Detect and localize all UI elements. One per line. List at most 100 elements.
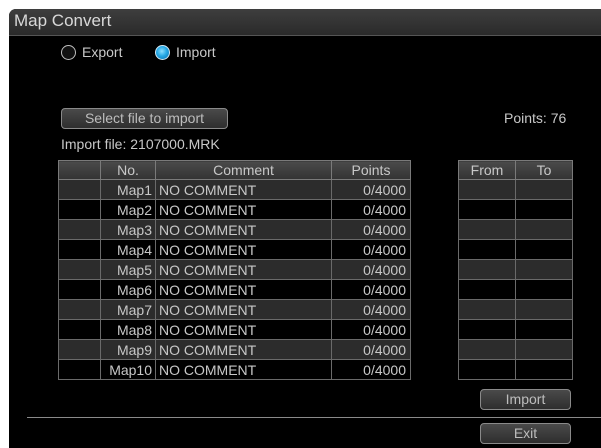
select-cell	[58, 199, 101, 220]
export-radio-label: Export	[82, 44, 123, 60]
col-header-from: From	[458, 160, 516, 180]
comment-cell: NO COMMENT	[155, 339, 332, 360]
from-cell[interactable]	[458, 299, 516, 320]
import-radio-indicator	[155, 44, 170, 60]
map-table-header: No. Comment Points	[58, 160, 411, 180]
select-cell	[58, 259, 101, 280]
map-no-cell: Map1	[100, 179, 156, 200]
table-row[interactable]: Map7 NO COMMENT 0/4000	[58, 299, 411, 320]
points-cell: 0/4000	[331, 299, 411, 320]
comment-cell: NO COMMENT	[155, 199, 332, 220]
range-table: From To	[458, 160, 573, 380]
to-cell[interactable]	[515, 259, 573, 280]
table-row[interactable]	[458, 199, 573, 220]
comment-cell: NO COMMENT	[155, 319, 332, 340]
table-row[interactable]: Map6 NO COMMENT 0/4000	[58, 279, 411, 300]
from-cell[interactable]	[458, 359, 516, 380]
points-cell: 0/4000	[331, 339, 411, 360]
comment-cell: NO COMMENT	[155, 179, 332, 200]
table-row[interactable]	[458, 359, 573, 380]
map-no-cell: Map9	[100, 339, 156, 360]
select-cell	[58, 299, 101, 320]
col-header-to: To	[515, 160, 573, 180]
points-cell: 0/4000	[331, 259, 411, 280]
to-cell[interactable]	[515, 339, 573, 360]
points-count: Points: 76	[504, 110, 567, 126]
import-file-label: Import file: 2107000.MRK	[61, 136, 220, 152]
from-cell[interactable]	[458, 179, 516, 200]
col-header-points: Points	[331, 160, 411, 180]
to-cell[interactable]	[515, 279, 573, 300]
to-cell[interactable]	[515, 359, 573, 380]
to-cell[interactable]	[515, 179, 573, 200]
import-radio-label: Import	[176, 44, 216, 60]
points-cell: 0/4000	[331, 359, 411, 380]
window-title: Map Convert	[14, 11, 112, 30]
from-cell[interactable]	[458, 199, 516, 220]
import-button[interactable]: Import	[480, 389, 571, 410]
points-cell: 0/4000	[331, 219, 411, 240]
to-cell[interactable]	[515, 219, 573, 240]
from-cell[interactable]	[458, 339, 516, 360]
to-cell[interactable]	[515, 239, 573, 260]
export-radio-indicator	[61, 44, 76, 60]
col-header-no: No.	[100, 160, 156, 180]
comment-cell: NO COMMENT	[155, 259, 332, 280]
table-row[interactable]: Map2 NO COMMENT 0/4000	[58, 199, 411, 220]
select-file-button[interactable]: Select file to import	[61, 108, 228, 129]
divider	[27, 417, 601, 418]
from-cell[interactable]	[458, 319, 516, 340]
comment-cell: NO COMMENT	[155, 239, 332, 260]
select-cell	[58, 219, 101, 240]
table-row[interactable]: Map5 NO COMMENT 0/4000	[58, 259, 411, 280]
table-row[interactable]: Map1 NO COMMENT 0/4000	[58, 179, 411, 200]
points-cell: 0/4000	[331, 199, 411, 220]
points-cell: 0/4000	[331, 179, 411, 200]
map-no-cell: Map4	[100, 239, 156, 260]
table-row[interactable]	[458, 299, 573, 320]
table-row[interactable]	[458, 259, 573, 280]
col-header-select	[58, 160, 101, 180]
import-radio[interactable]: Import	[155, 42, 216, 62]
points-cell: 0/4000	[331, 239, 411, 260]
table-row[interactable]	[458, 219, 573, 240]
select-cell	[58, 319, 101, 340]
table-row[interactable]	[458, 279, 573, 300]
comment-cell: NO COMMENT	[155, 219, 332, 240]
table-row[interactable]	[458, 179, 573, 200]
table-row[interactable]	[458, 339, 573, 360]
exit-button[interactable]: Exit	[480, 423, 571, 444]
map-no-cell: Map5	[100, 259, 156, 280]
select-cell	[58, 339, 101, 360]
table-row[interactable]: Map8 NO COMMENT 0/4000	[58, 319, 411, 340]
col-header-comment: Comment	[155, 160, 332, 180]
to-cell[interactable]	[515, 199, 573, 220]
export-radio[interactable]: Export	[61, 42, 122, 62]
from-cell[interactable]	[458, 219, 516, 240]
to-cell[interactable]	[515, 299, 573, 320]
comment-cell: NO COMMENT	[155, 359, 332, 380]
map-no-cell: Map10	[100, 359, 156, 380]
table-row[interactable]	[458, 239, 573, 260]
table-row[interactable]	[458, 319, 573, 340]
map-no-cell: Map6	[100, 279, 156, 300]
map-table: No. Comment Points Map1 NO COMMENT 0/4000 M…	[58, 160, 411, 380]
to-cell[interactable]	[515, 319, 573, 340]
from-cell[interactable]	[458, 239, 516, 260]
map-convert-window: Map Convert Export Import Select file to…	[9, 9, 601, 448]
map-no-cell: Map3	[100, 219, 156, 240]
table-row[interactable]: Map3 NO COMMENT 0/4000	[58, 219, 411, 240]
from-cell[interactable]	[458, 259, 516, 280]
select-cell	[58, 179, 101, 200]
table-row[interactable]: Map4 NO COMMENT 0/4000	[58, 239, 411, 260]
table-row[interactable]: Map9 NO COMMENT 0/4000	[58, 339, 411, 360]
select-cell	[58, 279, 101, 300]
from-cell[interactable]	[458, 279, 516, 300]
map-no-cell: Map8	[100, 319, 156, 340]
map-no-cell: Map2	[100, 199, 156, 220]
points-cell: 0/4000	[331, 279, 411, 300]
table-row[interactable]: Map10 NO COMMENT 0/4000	[58, 359, 411, 380]
comment-cell: NO COMMENT	[155, 279, 332, 300]
range-table-header: From To	[458, 160, 573, 180]
select-cell	[58, 359, 101, 380]
